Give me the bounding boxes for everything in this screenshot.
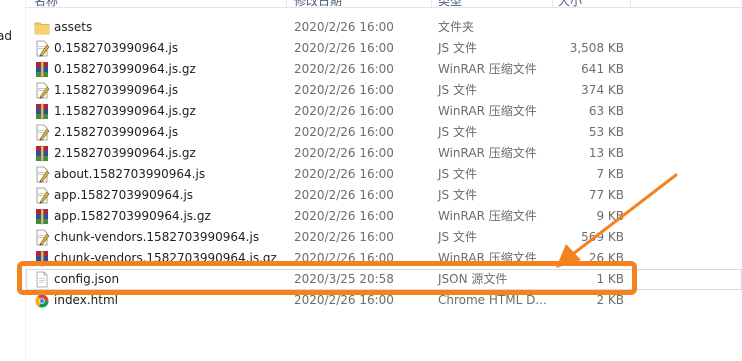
file-type: Chrome HTML D... [438, 293, 547, 307]
column-header-size[interactable]: 大小 [558, 0, 582, 7]
file-name: chunk-vendors.1582703990964.js [54, 230, 260, 244]
file-modified-date: 2020/2/26 16:00 [294, 41, 394, 55]
winrar-archive-icon [34, 61, 50, 78]
winrar-archive-icon [34, 103, 50, 120]
file-modified-date: 2020/2/26 16:00 [294, 20, 394, 34]
file-name: 0.1582703990964.js [54, 41, 179, 55]
nav-item-label[interactable]: ad [0, 29, 12, 43]
file-name: app.1582703990964.js.gz [54, 209, 211, 223]
file-modified-date: 2020/2/26 16:00 [294, 83, 394, 97]
file-size: 7 KB [596, 167, 624, 181]
file-modified-date: 2020/2/26 16:00 [294, 251, 394, 265]
json-file-icon [34, 271, 50, 288]
file-row[interactable]: config.json 2020/3/25 20:58 JSON 源文件 1 KB [26, 269, 742, 290]
winrar-archive-icon [34, 145, 50, 162]
file-modified-date: 2020/2/26 16:00 [294, 293, 394, 307]
file-row[interactable]: 0.1582703990964.js.gz 2020/2/26 16:00 WinR… [26, 59, 742, 80]
file-type: WinRAR 压缩文件 [438, 251, 537, 265]
file-row[interactable]: 0.1582703990964.js 2020/2/26 16:00 JS 文件 3,… [26, 38, 742, 59]
file-name: 1.1582703990964.js.gz [54, 104, 196, 118]
file-size: 641 KB [581, 62, 624, 76]
column-header-type[interactable]: 类型 [438, 0, 462, 7]
file-name: index.html [54, 293, 118, 307]
column-separator[interactable] [630, 0, 631, 7]
file-row[interactable]: chunk-vendors.1582703990964.js 2020/2/26 … [26, 227, 742, 248]
file-modified-date: 2020/2/26 16:00 [294, 230, 394, 244]
file-row[interactable]: 2.1582703990964.js 2020/2/26 16:00 JS 文件 53… [26, 122, 742, 143]
file-name: chunk-vendors.1582703990964.js.gz [54, 251, 277, 265]
file-name: 2.1582703990964.js.gz [54, 146, 196, 160]
file-type: JS 文件 [438, 41, 477, 55]
chrome-html-icon [34, 292, 50, 309]
file-type: WinRAR 压缩文件 [438, 209, 537, 223]
js-file-icon [34, 229, 50, 246]
file-modified-date: 2020/3/25 20:58 [294, 272, 394, 286]
file-size: 77 KB [588, 188, 624, 202]
navigation-pane[interactable]: ad [0, 0, 26, 361]
file-size: 569 KB [581, 230, 624, 244]
file-type: JSON 源文件 [438, 272, 508, 286]
file-name: about.1582703990964.js [54, 167, 206, 181]
file-size: 9 KB [596, 209, 624, 223]
file-type: JS 文件 [438, 125, 477, 139]
js-file-icon [34, 82, 50, 99]
file-type: JS 文件 [438, 83, 477, 97]
file-row[interactable]: 1.1582703990964.js 2020/2/26 16:00 JS 文件 37… [26, 80, 742, 101]
file-name: config.json [54, 272, 120, 286]
winrar-archive-icon [34, 208, 50, 225]
file-modified-date: 2020/2/26 16:00 [294, 188, 394, 202]
column-header-bar: 名称 修改日期 类型 大小 [26, 0, 742, 8]
folder-icon [34, 19, 50, 36]
file-type: WinRAR 压缩文件 [438, 146, 537, 160]
file-row[interactable]: assets 2020/2/26 16:00 文件夹 [26, 17, 742, 38]
file-list: assets 2020/2/26 16:00 文件夹 0.1582703990964.… [26, 17, 742, 311]
file-type: WinRAR 压缩文件 [438, 62, 537, 76]
file-name: 2.1582703990964.js [54, 125, 179, 139]
column-separator[interactable] [431, 0, 432, 7]
file-modified-date: 2020/2/26 16:00 [294, 146, 394, 160]
column-separator[interactable] [552, 0, 553, 7]
file-row[interactable]: 2.1582703990964.js.gz 2020/2/26 16:00 WinR… [26, 143, 742, 164]
file-size: 1 KB [596, 272, 624, 286]
file-type: JS 文件 [438, 188, 477, 202]
file-type: WinRAR 压缩文件 [438, 104, 537, 118]
winrar-archive-icon [34, 250, 50, 267]
file-modified-date: 2020/2/26 16:00 [294, 62, 394, 76]
column-header-name[interactable]: 名称 [34, 0, 58, 7]
file-name: assets [54, 20, 93, 34]
file-row[interactable]: app.1582703990964.js.gz 2020/2/26 16:00 Wi… [26, 206, 742, 227]
file-name: 1.1582703990964.js [54, 83, 179, 97]
file-row[interactable]: 1.1582703990964.js.gz 2020/2/26 16:00 WinR… [26, 101, 742, 122]
file-modified-date: 2020/2/26 16:00 [294, 209, 394, 223]
file-type: 文件夹 [438, 20, 475, 34]
file-row[interactable]: index.html 2020/2/26 16:00 Chrome HTML D..… [26, 290, 742, 311]
column-separator[interactable] [286, 0, 287, 7]
js-file-icon [34, 40, 50, 57]
file-name: app.1582703990964.js [54, 188, 194, 202]
file-size: 2 KB [596, 293, 624, 307]
file-modified-date: 2020/2/26 16:00 [294, 125, 394, 139]
file-row[interactable]: about.1582703990964.js 2020/2/26 16:00 JS … [26, 164, 742, 185]
file-size: 53 KB [588, 125, 624, 139]
file-row[interactable]: app.1582703990964.js 2020/2/26 16:00 JS 文件… [26, 185, 742, 206]
column-header-date[interactable]: 修改日期 [294, 0, 342, 7]
js-file-icon [34, 166, 50, 183]
file-name: 0.1582703990964.js.gz [54, 62, 196, 76]
js-file-icon [34, 187, 50, 204]
file-size: 13 KB [588, 146, 624, 160]
file-row[interactable]: chunk-vendors.1582703990964.js.gz 2020/2/… [26, 248, 742, 269]
file-type: JS 文件 [438, 230, 477, 244]
file-type: JS 文件 [438, 167, 477, 181]
js-file-icon [34, 124, 50, 141]
file-size: 26 KB [588, 251, 624, 265]
file-size: 3,508 KB [569, 41, 624, 55]
file-size: 374 KB [581, 83, 624, 97]
file-modified-date: 2020/2/26 16:00 [294, 167, 394, 181]
file-size: 63 KB [588, 104, 624, 118]
file-modified-date: 2020/2/26 16:00 [294, 104, 394, 118]
